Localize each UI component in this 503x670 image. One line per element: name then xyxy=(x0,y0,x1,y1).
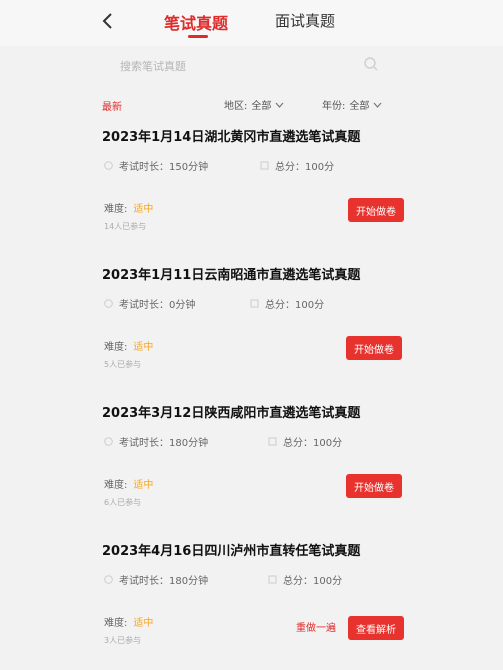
difficulty-label: 难度: xyxy=(104,618,128,629)
difficulty-label: 难度: xyxy=(104,480,128,491)
exam-difficulty: 难度: 适中 xyxy=(104,614,153,629)
exam-score-text: 总分：100分 xyxy=(283,438,343,449)
difficulty-label: 难度: xyxy=(104,342,128,353)
difficulty-value: 适中 xyxy=(133,342,154,353)
clock-icon xyxy=(104,299,113,308)
exam-title: 2023年1月11日云南昭通市直遴选笔试真题 xyxy=(102,268,361,283)
search-placeholder: 搜索笔试真题 xyxy=(120,60,186,73)
exam-duration-text: 考试时长：150分钟 xyxy=(119,162,209,173)
view-analysis-button[interactable]: 查看解析 xyxy=(348,616,404,640)
participants-count: 14人已参与 xyxy=(104,222,147,231)
exam-score: 总分：100分 xyxy=(268,434,342,449)
exam-duration: 考试时长：150分钟 xyxy=(104,158,208,173)
chevron-down-icon xyxy=(373,102,382,108)
tab-interview-exam[interactable]: 面试真题 xyxy=(275,10,335,31)
exam-difficulty: 难度: 适中 xyxy=(104,200,153,215)
exam-score: 总分：100分 xyxy=(260,158,334,173)
exam-duration-text: 考试时长：180分钟 xyxy=(119,438,209,449)
exam-duration: 考试时长：0分钟 xyxy=(104,296,195,311)
filter-latest[interactable]: 最新 xyxy=(102,98,122,113)
score-icon xyxy=(268,437,277,446)
tab-written-exam[interactable]: 笔试真题 xyxy=(164,10,228,34)
exam-title: 2023年1月14日湖北黄冈市直遴选笔试真题 xyxy=(102,130,361,145)
exam-difficulty: 难度: 适中 xyxy=(104,476,153,491)
filter-bar: 最新 地区: 全部 年份: 全部 xyxy=(0,96,503,114)
exam-card[interactable]: 2023年3月12日陕西咸阳市直遴选笔试真题 考试时长：180分钟 总分：100… xyxy=(96,402,414,532)
year-filter-value: 全部 xyxy=(349,101,370,112)
exam-score-text: 总分：100分 xyxy=(265,300,325,311)
exam-title: 2023年3月12日陕西咸阳市直遴选笔试真题 xyxy=(102,406,361,421)
start-exam-button[interactable]: 开始做卷 xyxy=(346,474,402,498)
clock-icon xyxy=(104,575,113,584)
exam-score-text: 总分：100分 xyxy=(275,162,335,173)
exam-difficulty: 难度: 适中 xyxy=(104,338,153,353)
clock-icon xyxy=(104,437,113,446)
exam-score: 总分：100分 xyxy=(268,572,342,587)
participants-count: 5人已参与 xyxy=(104,360,142,369)
redo-button[interactable]: 重做一遍 xyxy=(296,619,336,634)
back-arrow-icon[interactable] xyxy=(100,11,116,31)
clock-icon xyxy=(104,161,113,170)
active-tab-indicator xyxy=(188,35,208,38)
exam-card[interactable]: 2023年1月14日湖北黄冈市直遴选笔试真题 考试时长：150分钟 总分：100… xyxy=(96,126,414,256)
exam-title: 2023年4月16日四川泸州市直转任笔试真题 xyxy=(102,544,361,559)
score-icon xyxy=(260,161,269,170)
region-filter[interactable]: 地区: 全部 xyxy=(224,97,284,112)
difficulty-value: 适中 xyxy=(133,204,154,215)
participants-count: 6人已参与 xyxy=(104,498,142,507)
exam-duration: 考试时长：180分钟 xyxy=(104,434,208,449)
difficulty-value: 适中 xyxy=(133,618,154,629)
exam-card[interactable]: 2023年4月16日四川泸州市直转任笔试真题 考试时长：180分钟 总分：100… xyxy=(96,540,414,670)
top-bar: 笔试真题 面试真题 xyxy=(0,0,503,46)
year-filter-label: 年份: xyxy=(322,101,346,112)
exam-score-text: 总分：100分 xyxy=(283,576,343,587)
difficulty-label: 难度: xyxy=(104,204,128,215)
participants-count: 3人已参与 xyxy=(104,636,142,645)
chevron-down-icon xyxy=(275,102,284,108)
exam-duration: 考试时长：180分钟 xyxy=(104,572,208,587)
search-icon[interactable] xyxy=(363,56,379,72)
year-filter[interactable]: 年份: 全部 xyxy=(322,97,382,112)
start-exam-button[interactable]: 开始做卷 xyxy=(348,198,404,222)
exam-score: 总分：100分 xyxy=(250,296,324,311)
search-input[interactable]: 搜索笔试真题 xyxy=(110,52,388,78)
region-filter-value: 全部 xyxy=(251,101,272,112)
exam-duration-text: 考试时长：180分钟 xyxy=(119,576,209,587)
difficulty-value: 适中 xyxy=(133,480,154,491)
region-filter-label: 地区: xyxy=(224,101,248,112)
start-exam-button[interactable]: 开始做卷 xyxy=(346,336,402,360)
score-icon xyxy=(268,575,277,584)
score-icon xyxy=(250,299,259,308)
exam-duration-text: 考试时长：0分钟 xyxy=(119,300,196,311)
exam-card[interactable]: 2023年1月11日云南昭通市直遴选笔试真题 考试时长：0分钟 总分：100分 … xyxy=(96,264,414,394)
